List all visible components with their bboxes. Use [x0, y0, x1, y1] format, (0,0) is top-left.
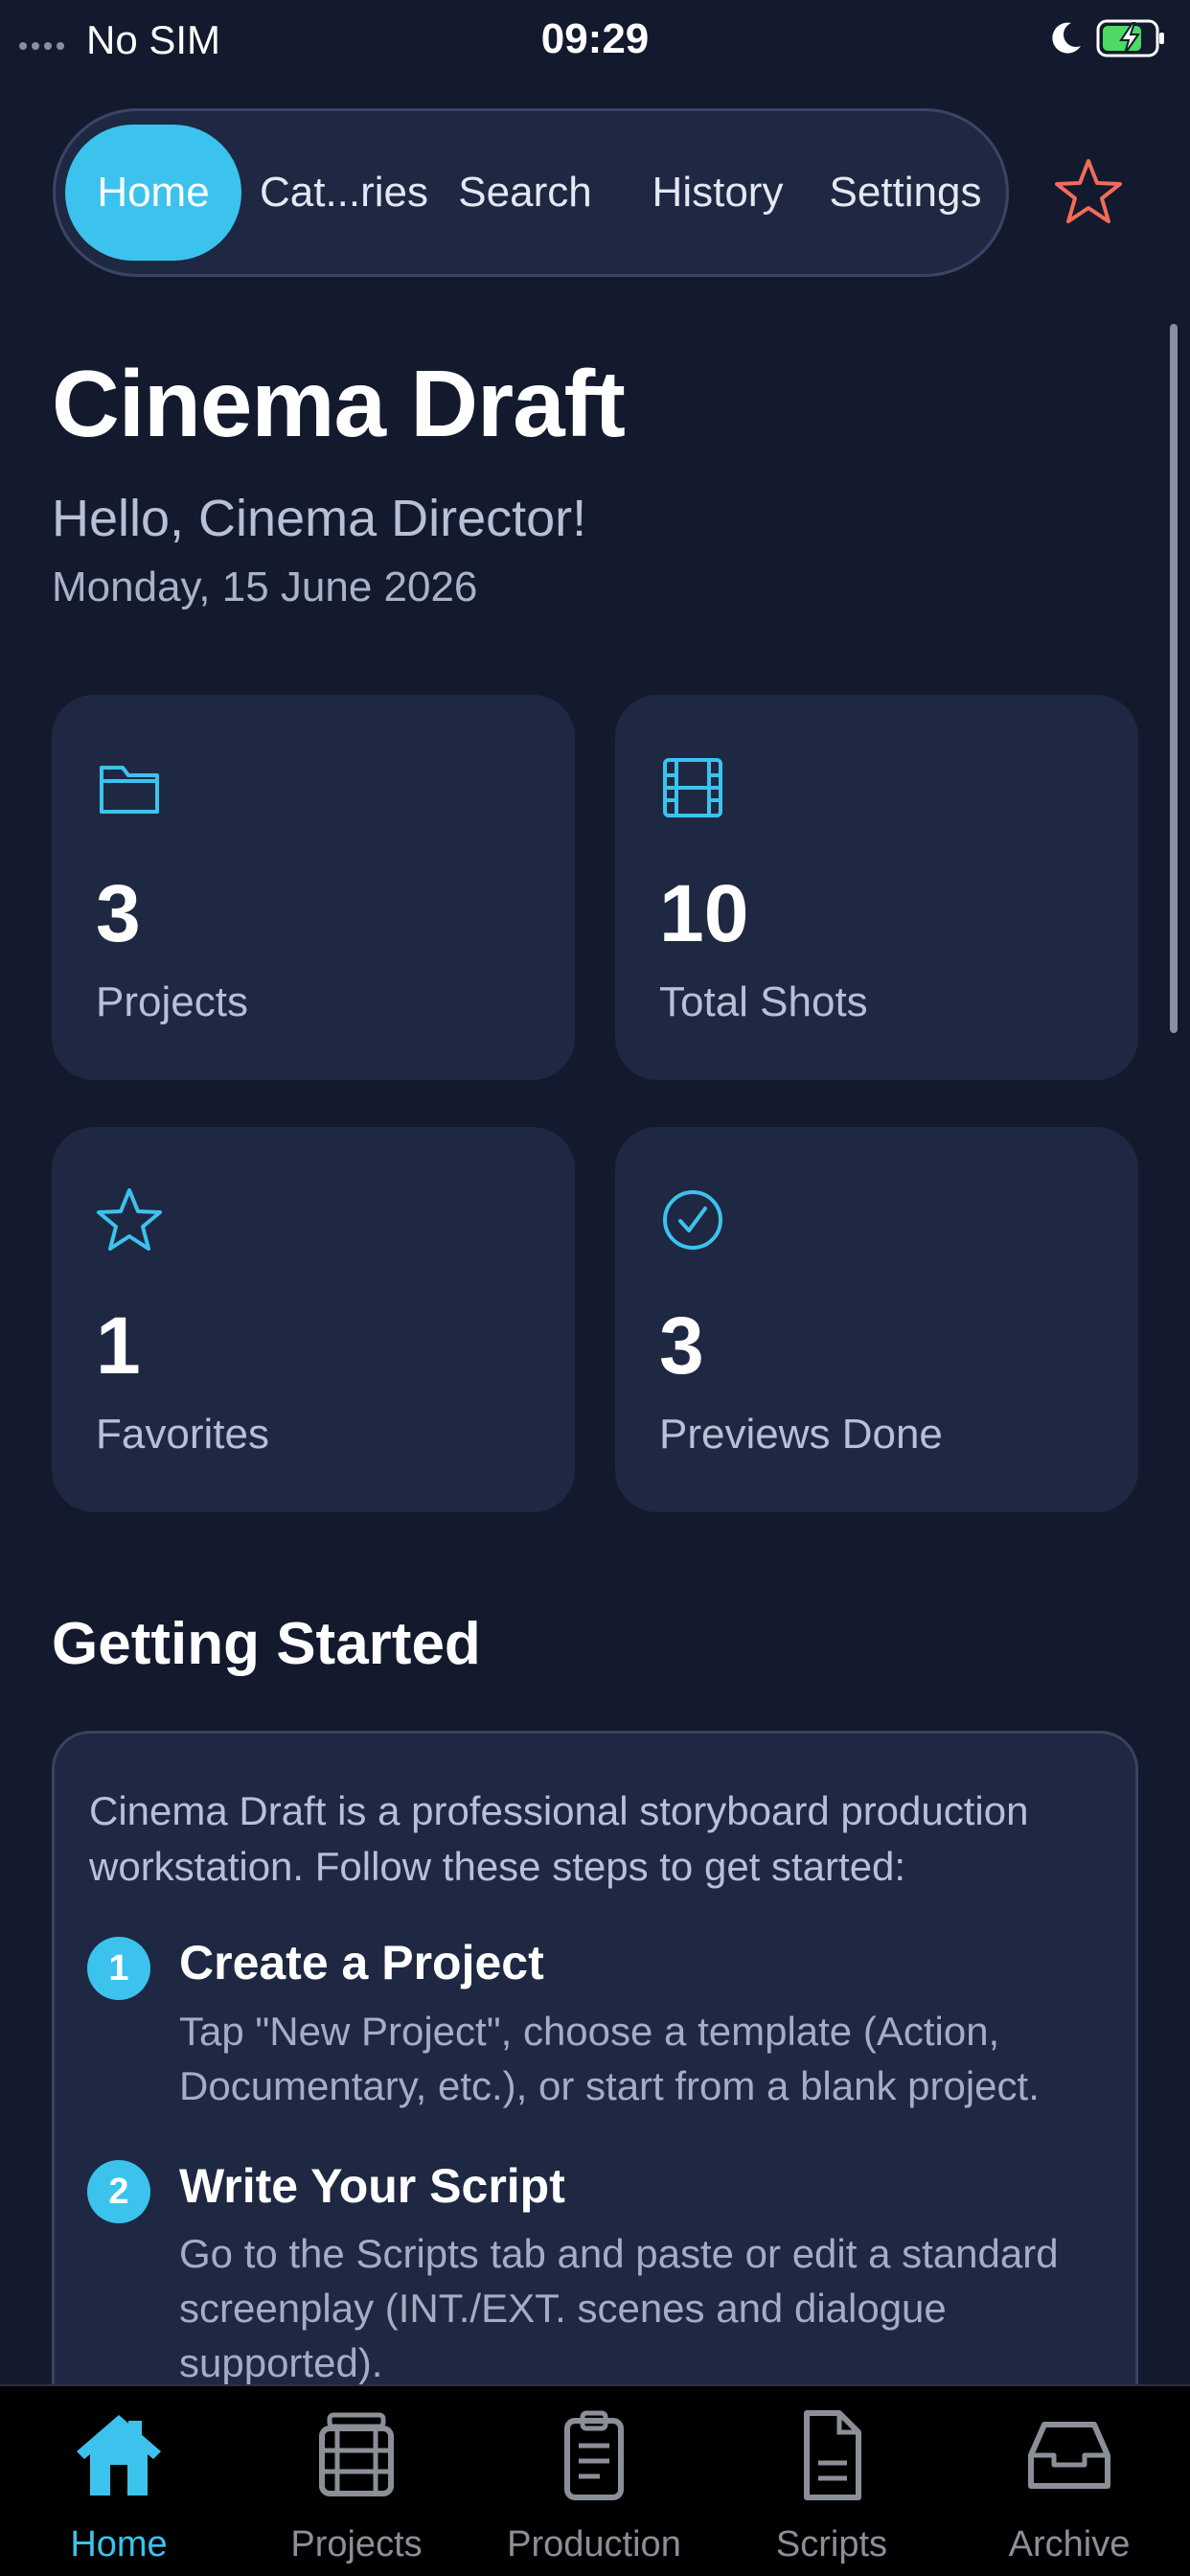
stat-value: 1 — [96, 1300, 141, 1391]
step-title: Write Your Script — [179, 2159, 565, 2213]
status-bar: No SIM 09:29 — [0, 0, 1190, 80]
tabbar-home[interactable]: Home — [0, 2386, 238, 2576]
scroll-indicator[interactable] — [1170, 324, 1178, 1033]
tabbar-label: Projects — [290, 2524, 423, 2564]
tabbar-label: Production — [507, 2524, 681, 2564]
intro-text: Cinema Draft is a professional storyboar… — [89, 1788, 1029, 1889]
stat-label: Favorites — [96, 1411, 269, 1458]
document-icon — [804, 2410, 861, 2500]
stat-value: 10 — [659, 868, 749, 958]
stat-label: Total Shots — [659, 978, 868, 1025]
stat-value: 3 — [659, 1300, 704, 1391]
stat-card-previews-done[interactable]: 3 Previews Done — [615, 1127, 1138, 1512]
home-icon — [77, 2415, 161, 2496]
tabbar-label: Home — [70, 2524, 168, 2564]
page-title: Cinema Draft — [52, 351, 626, 456]
stat-card-favorites[interactable]: 1 Favorites — [52, 1127, 575, 1512]
stat-value: 3 — [96, 868, 141, 958]
tab-categories[interactable]: Cat...ries — [253, 125, 435, 261]
section-title: Getting Started — [52, 1611, 481, 1677]
step-body: Go to the Scripts tab and paste or edit … — [179, 2231, 1059, 2385]
check-circle-icon — [663, 1190, 722, 1250]
star-icon — [97, 1188, 162, 1251]
tabbar-archive[interactable]: Archive — [950, 2386, 1188, 2576]
date-label: Monday, 15 June 2026 — [52, 564, 478, 610]
archive-box-icon — [1028, 2422, 1110, 2489]
tab-home[interactable]: Home — [65, 125, 241, 261]
tabbar-projects[interactable]: Projects — [238, 2386, 475, 2576]
tab-search[interactable]: Search — [439, 125, 611, 261]
step-number-badge: 1 — [87, 1937, 150, 2000]
film-icon — [663, 758, 722, 817]
film-reel-icon — [319, 2412, 394, 2496]
stat-card-total-shots[interactable]: 10 Total Shots — [615, 695, 1138, 1080]
greeting: Hello, Cinema Director! — [52, 490, 587, 547]
step-body: Tap "New Project", choose a template (Ac… — [179, 2009, 1040, 2108]
tab-history[interactable]: History — [627, 125, 809, 261]
tabbar-scripts[interactable]: Scripts — [713, 2386, 950, 2576]
stat-label: Projects — [96, 978, 248, 1025]
stat-card-projects[interactable]: 3 Projects — [52, 695, 575, 1080]
clock: 09:29 — [540, 15, 650, 62]
tab-settings[interactable]: Settings — [814, 125, 996, 261]
stat-label: Previews Done — [659, 1411, 943, 1458]
step-number-badge: 2 — [87, 2160, 150, 2223]
tabbar-production[interactable]: Production — [475, 2386, 713, 2576]
top-nav: Home Cat...ries Search History Settings — [53, 108, 1009, 277]
folder-icon — [100, 766, 159, 814]
moon-icon — [1052, 22, 1081, 54]
step-title: Create a Project — [179, 1936, 544, 1990]
battery-charging-icon — [1096, 19, 1164, 58]
star-outline-icon[interactable] — [1054, 157, 1123, 226]
getting-started-panel: Cinema Draft is a professional storyboar… — [52, 1731, 1138, 2459]
tabbar-label: Archive — [1008, 2524, 1131, 2564]
bottom-tab-bar: Home Projects Production Scripts Archive — [0, 2384, 1190, 2576]
tabbar-label: Scripts — [775, 2524, 888, 2564]
clipboard-icon — [564, 2410, 624, 2500]
